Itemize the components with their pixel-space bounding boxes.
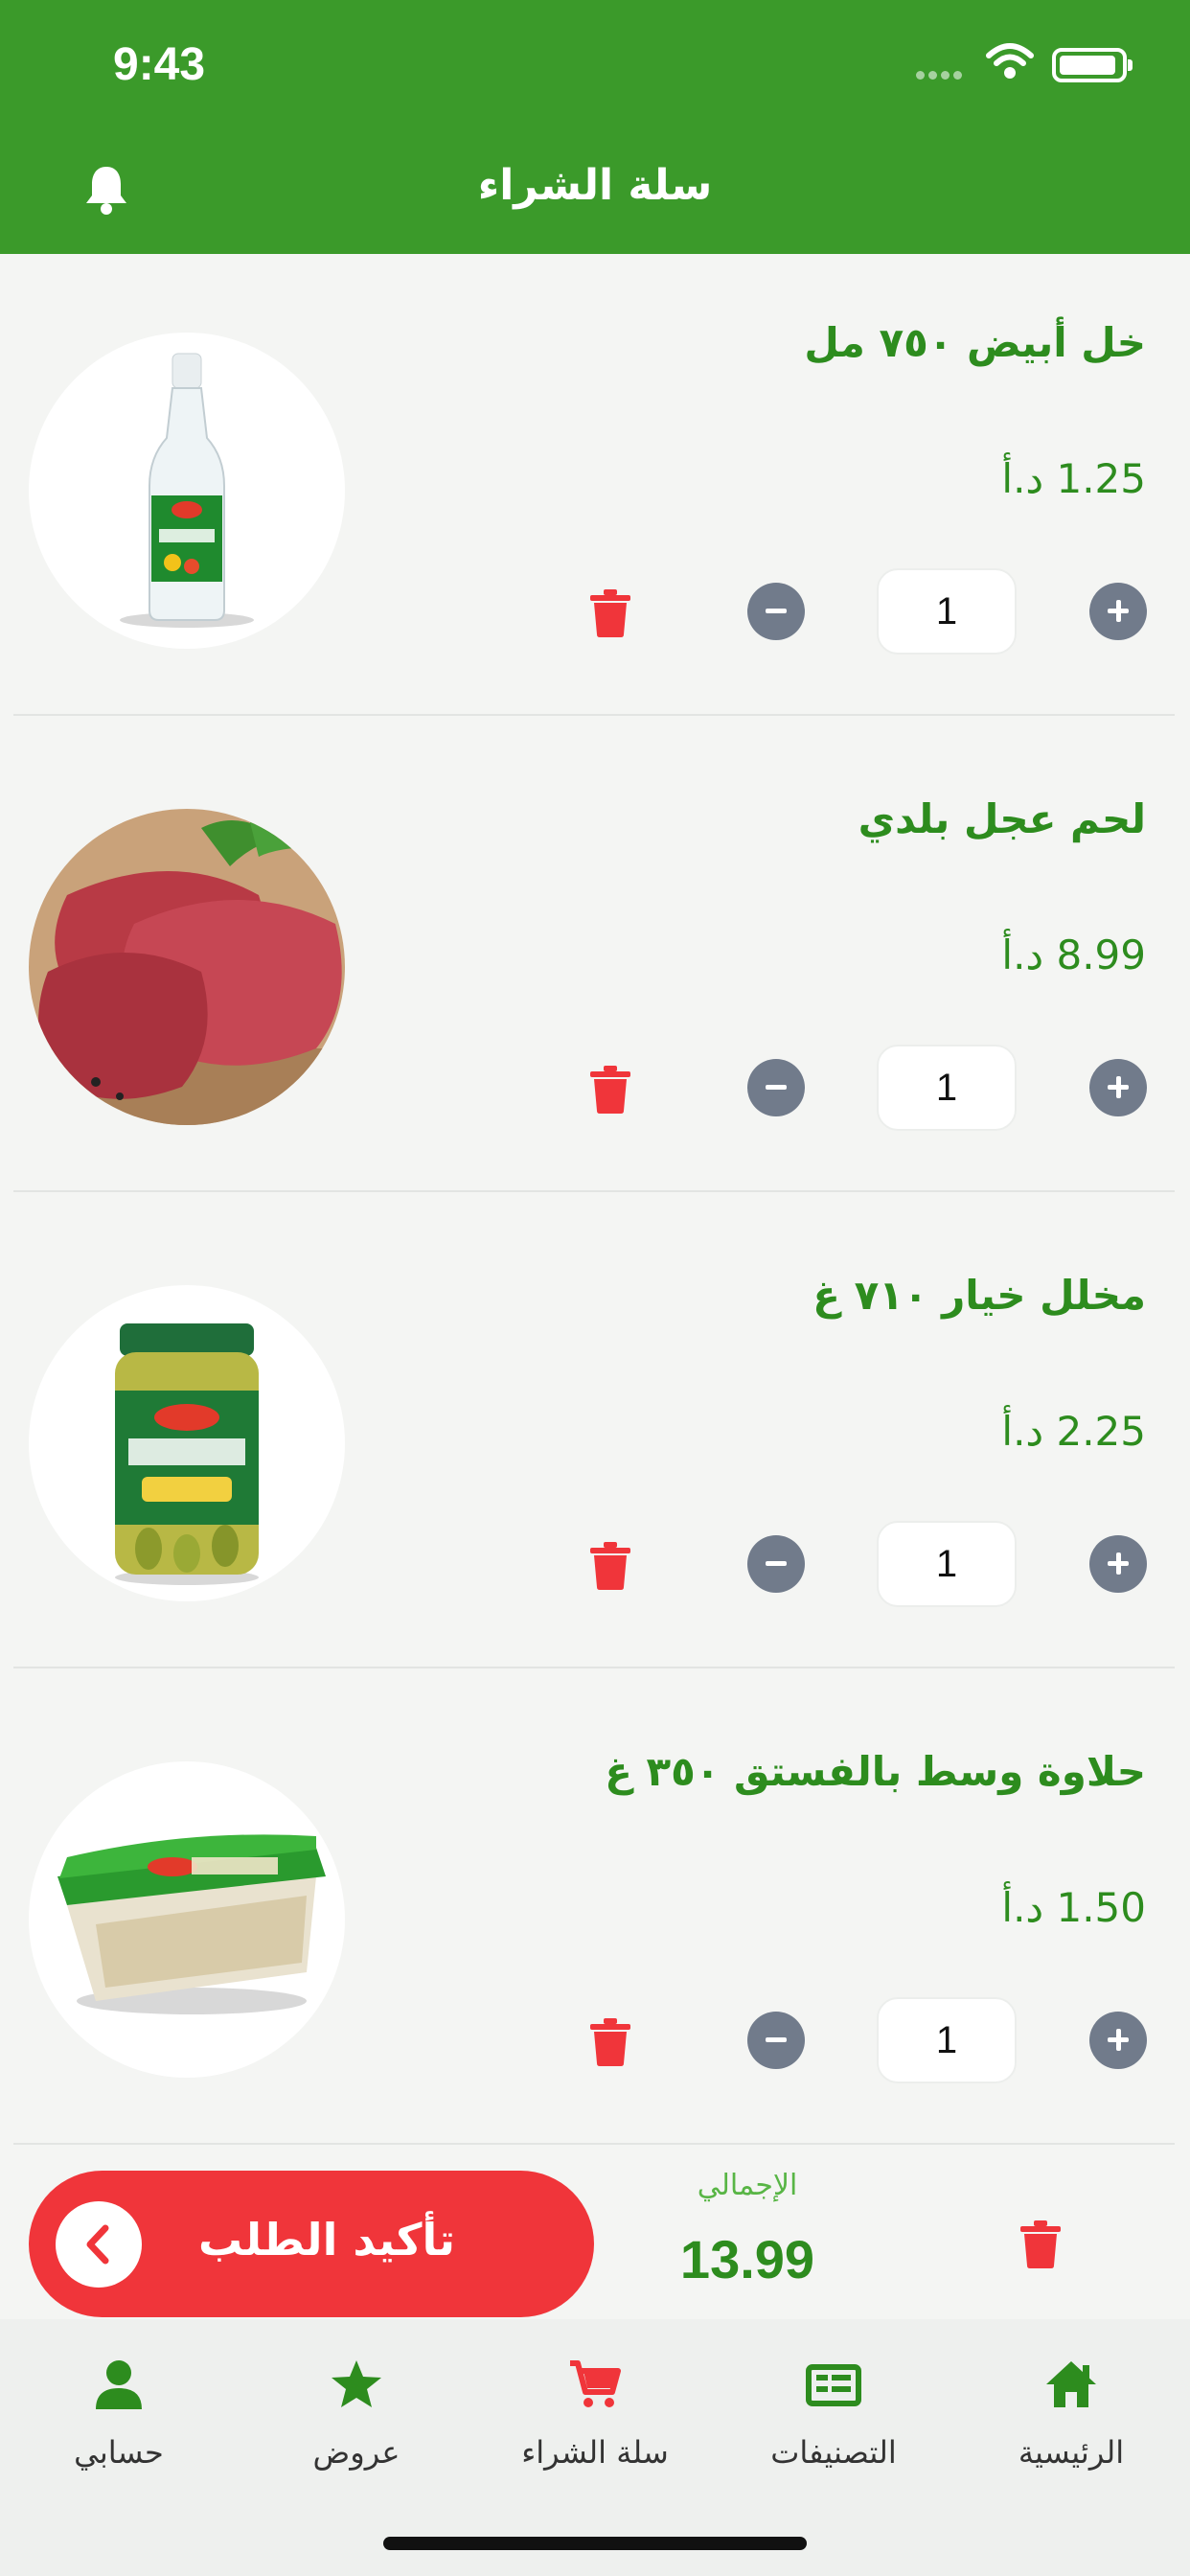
item-price: 8.99 د.أ [1001,932,1146,978]
decrease-quantity-button[interactable] [747,1059,805,1116]
product-image-vinegar [29,333,345,649]
divider [13,1190,1175,1192]
tab-label: سلة الشراء [521,2434,669,2471]
tab-home[interactable]: الرئيسية [952,2348,1190,2492]
divider [13,1667,1175,1668]
tab-label: الرئيسية [1018,2434,1125,2471]
signal-icon [916,65,966,83]
divider [13,2143,1175,2145]
tab-label: التصنيفات [770,2434,897,2471]
tab-label: حسابي [74,2434,164,2471]
star-icon [332,2360,381,2407]
total-value: 13.99 [679,2229,815,2289]
trash-icon[interactable] [588,2018,632,2066]
item-name: مخلل خيار ٧١٠ غ [812,1272,1146,1319]
trash-icon[interactable] [588,1542,632,1590]
trash-icon[interactable] [588,1066,632,1114]
item-name: خل أبيض ٧٥٠ مل [804,319,1146,366]
increase-quantity-button[interactable] [1089,1535,1147,1593]
increase-quantity-button[interactable] [1089,2012,1147,2069]
decrease-quantity-button[interactable] [747,1535,805,1593]
decrease-quantity-button[interactable] [747,583,805,640]
quantity-field[interactable]: 1 [877,1045,1017,1131]
wifi-icon [986,43,1034,79]
tab-label: عروض [312,2434,400,2471]
total-caption: الإجمالي [697,2169,798,2202]
increase-quantity-button[interactable] [1089,583,1147,640]
item-name: لحم عجل بلدي [858,795,1146,842]
item-price: 1.50 د.أ [1001,1884,1146,1931]
tab-categories[interactable]: التصنيفات [715,2348,952,2492]
cart-icon [570,2360,621,2407]
status-time: 9:43 [113,39,206,90]
chevron-left-icon [56,2201,142,2288]
product-image-halawa [29,1761,345,2078]
cart-list: خل أبيض ٧٥٠ مل 1.25 د.أ 1 لحم عجل بلدي 8… [0,254,1190,2151]
item-price: 2.25 د.أ [1001,1408,1146,1455]
battery-icon [1052,48,1133,82]
bell-icon[interactable] [82,163,130,217]
decrease-quantity-button[interactable] [747,2012,805,2069]
categories-icon [806,2364,861,2406]
user-icon [96,2360,142,2409]
tab-cart[interactable]: سلة الشراء [476,2348,714,2492]
cart-item: خل أبيض ٧٥٠ مل 1.25 د.أ 1 [0,254,1190,730]
quantity-field[interactable]: 1 [877,1997,1017,2083]
increase-quantity-button[interactable] [1089,1059,1147,1116]
cart-item: مخلل خيار ٧١٠ غ 2.25 د.أ 1 [0,1207,1190,1683]
cart-item: لحم عجل بلدي 8.99 د.أ 1 [0,730,1190,1207]
home-icon [1046,2361,1096,2407]
cart-item: حلاوة وسط بالفستق ٣٥٠ غ 1.50 د.أ 1 [0,1683,1190,2151]
product-image-veal [29,809,345,1125]
tab-account[interactable]: حسابي [0,2348,238,2492]
tab-offers[interactable]: عروض [238,2348,475,2492]
confirm-order-button[interactable]: تأكيد الطلب [29,2171,594,2317]
page-title: سلة الشراء [477,161,713,210]
trash-icon[interactable] [588,589,632,637]
confirm-order-label: تأكيد الطلب [198,2214,455,2266]
checkout-bar: تأكيد الطلب الإجمالي 13.99 [0,2151,1190,2319]
clear-cart-trash-icon[interactable] [1018,2220,1063,2268]
product-image-pickles [29,1285,345,1601]
status-bar: 9:43 [0,0,1190,134]
divider [13,714,1175,716]
quantity-field[interactable]: 1 [877,568,1017,655]
quantity-field[interactable]: 1 [877,1521,1017,1607]
item-price: 1.25 د.أ [1001,455,1146,502]
app-header: سلة الشراء [0,134,1190,254]
item-name: حلاوة وسط بالفستق ٣٥٠ غ [605,1748,1146,1795]
home-indicator [383,2537,807,2550]
